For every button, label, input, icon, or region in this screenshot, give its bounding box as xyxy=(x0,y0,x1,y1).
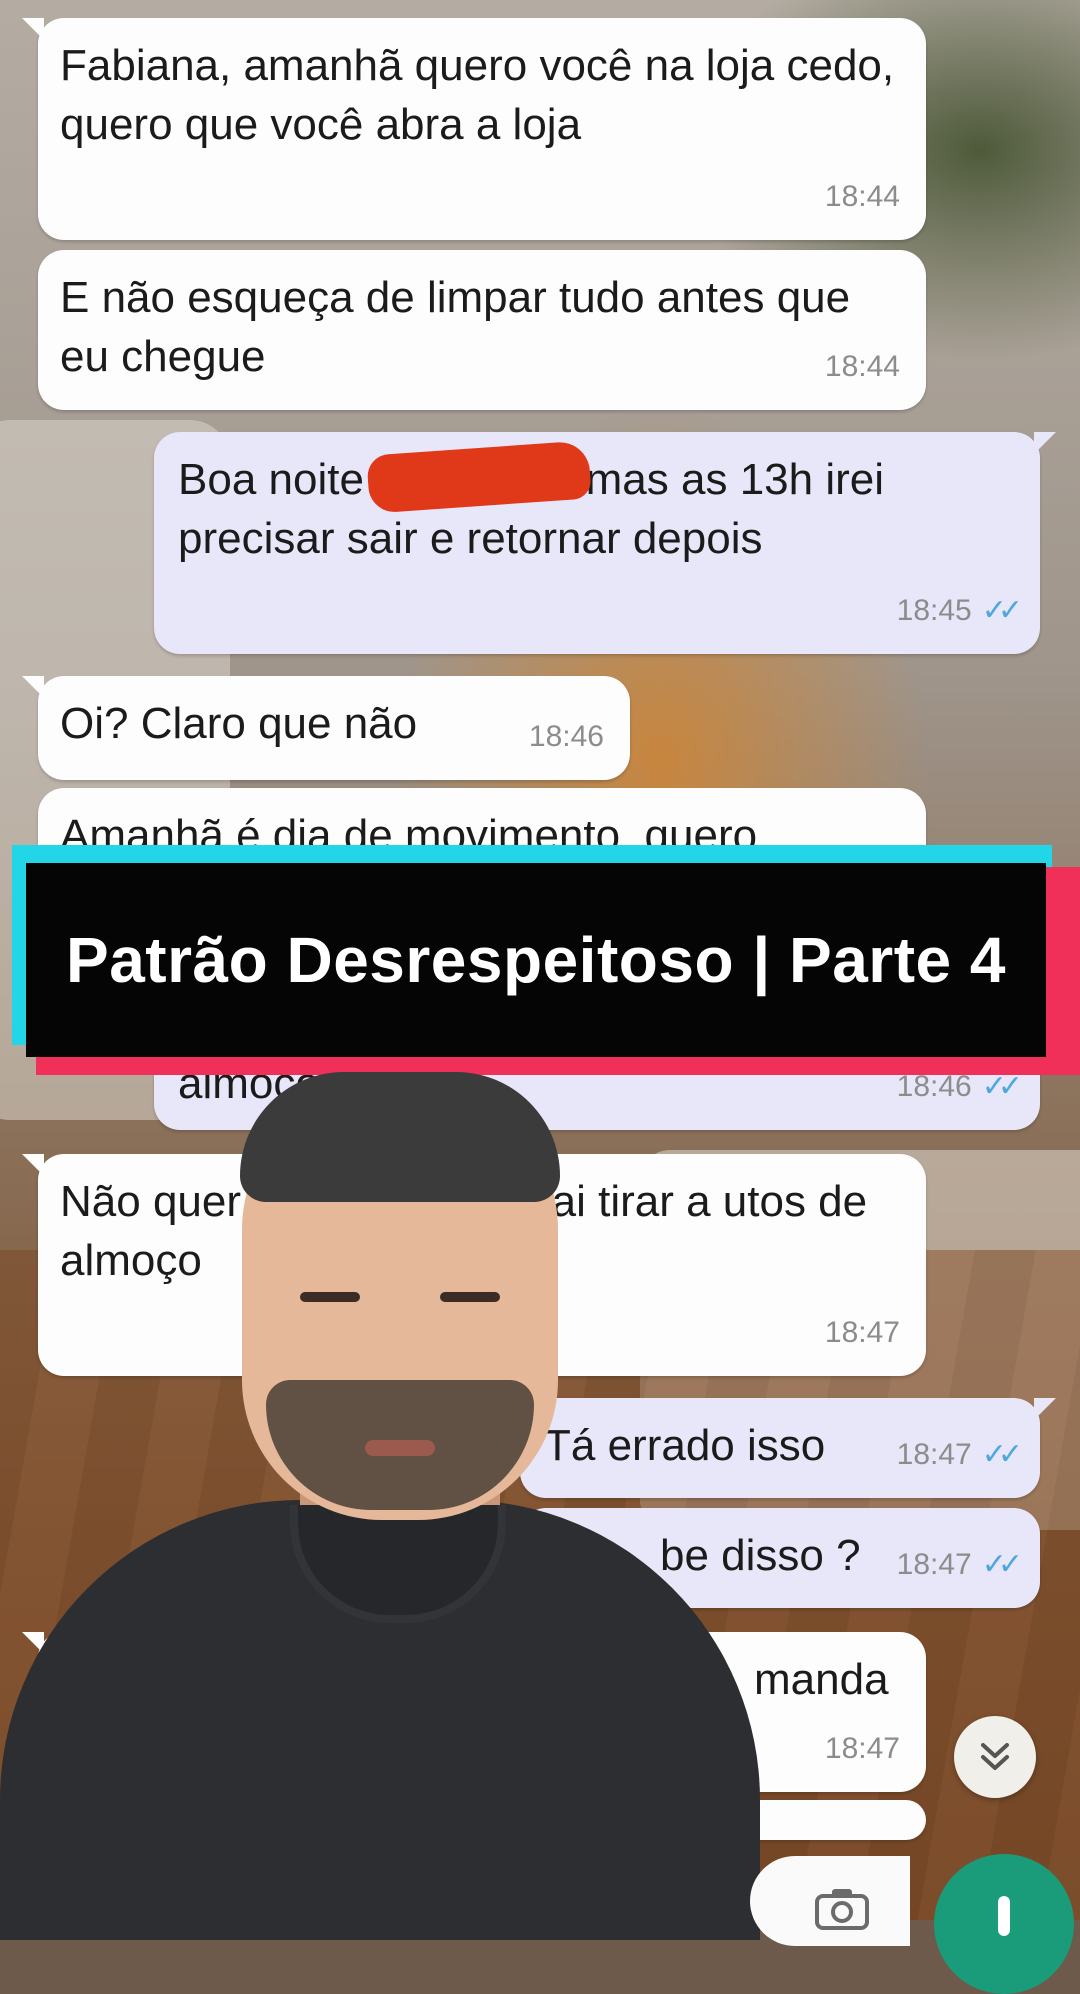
message-time: 18:47 xyxy=(896,1548,972,1581)
banner-title: Patrão Desrespeitoso | Parte 4 xyxy=(66,924,1006,996)
message-text: Fabiana, amanhã quero você na loja cedo,… xyxy=(60,41,895,149)
presenter-overlay xyxy=(0,1072,760,1940)
presenter-hair xyxy=(240,1072,560,1202)
chevron-double-down-icon xyxy=(981,1743,1009,1770)
message-time: 18:46 xyxy=(528,720,604,753)
message-bubble-partial[interactable] xyxy=(740,1800,926,1840)
message-bubble[interactable]: Boa noite ! Tá certo, mas as 13h irei pr… xyxy=(154,432,1056,654)
camera-icon[interactable] xyxy=(814,1886,870,1930)
mic-icon xyxy=(998,1896,1010,1936)
message-time: 18:47 xyxy=(824,1732,900,1765)
presenter-mouth xyxy=(365,1440,435,1456)
double-check-icon: ✓✓ xyxy=(981,1438,1023,1471)
scroll-to-bottom-button[interactable] xyxy=(954,1716,1036,1798)
message-time: 18:45 xyxy=(896,594,972,627)
double-check-icon: ✓✓ xyxy=(981,594,1023,627)
message-text: Oi? Claro que não xyxy=(60,699,418,748)
banner-panel: Patrão Desrespeitoso | Parte 4 xyxy=(26,863,1046,1057)
message-bubble[interactable]: Fabiana, amanhã quero você na loja cedo,… xyxy=(22,18,926,240)
message-input-bar[interactable] xyxy=(750,1856,910,1946)
presenter-eye xyxy=(440,1292,500,1302)
title-banner: Patrão Desrespeitoso | Parte 4 xyxy=(0,845,1080,1075)
message-time: 18:44 xyxy=(824,350,900,383)
mic-button[interactable] xyxy=(934,1854,1074,1994)
presenter-eye xyxy=(300,1292,360,1302)
double-check-icon: ✓✓ xyxy=(981,1548,1023,1581)
message-time: 18:47 xyxy=(896,1438,972,1471)
message-time: 18:44 xyxy=(824,180,900,213)
message-bubble[interactable]: E não esqueça de limpar tudo antes que e… xyxy=(38,250,926,410)
message-time: 18:47 xyxy=(824,1316,900,1349)
message-bubble[interactable]: Oi? Claro que não 18:46 xyxy=(22,676,630,780)
message-text: E não esqueça de limpar tudo antes que e… xyxy=(60,273,851,381)
message-text: manda xyxy=(754,1655,889,1704)
